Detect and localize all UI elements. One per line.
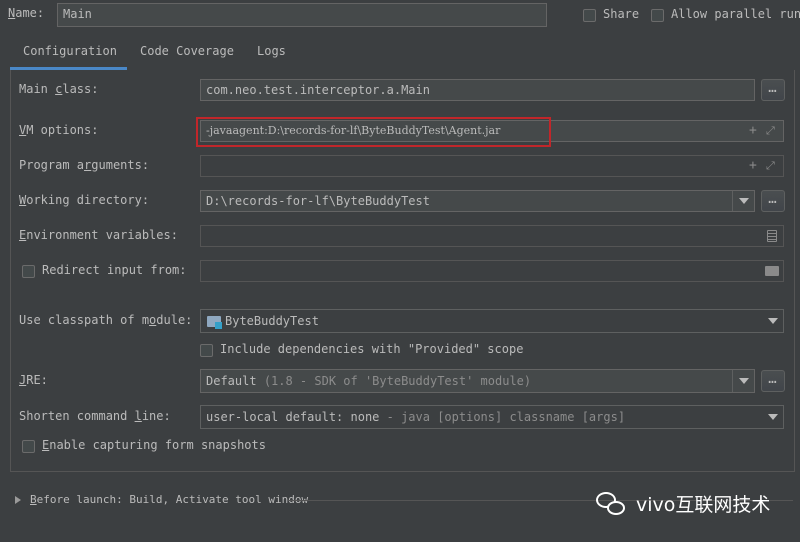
environment-variables-input[interactable]	[200, 225, 784, 247]
working-directory-dropdown-button[interactable]	[732, 191, 754, 211]
working-directory-label: Working directory:	[19, 193, 150, 207]
jre-select[interactable]: Default (1.8 - SDK of 'ByteBuddyTest' mo…	[200, 369, 755, 393]
module-badge-icon	[215, 322, 222, 329]
allow-parallel-label: Allow parallel run	[671, 7, 800, 21]
environment-variables-label: Environment variables:	[19, 228, 178, 242]
enable-snapshots-checkbox[interactable]	[22, 440, 35, 453]
expand-triangle-icon[interactable]	[15, 496, 21, 504]
chevron-down-icon	[739, 198, 749, 204]
shorten-command-line-label: Shorten command line:	[19, 409, 171, 423]
tab-logs[interactable]: Logs	[257, 44, 286, 58]
classpath-module-label: Use classpath of module:	[19, 313, 193, 327]
watermark-text: vivo互联网技术	[636, 494, 771, 516]
share-label: Share	[603, 7, 640, 21]
include-dependencies-checkbox[interactable]	[200, 344, 213, 357]
tab-code-coverage[interactable]: Code Coverage	[140, 44, 234, 58]
redirect-input-label: Redirect input from:	[42, 263, 187, 277]
redirect-input-field[interactable]	[200, 260, 784, 282]
vm-options-expand-icon[interactable]: ⤢	[766, 124, 775, 138]
shorten-command-line-select[interactable]: user-local default: none - java [options…	[200, 405, 784, 429]
vm-options-label: VM options:	[19, 123, 99, 137]
working-directory-input[interactable]: D:\records-for-lf\ByteBuddyTest	[200, 190, 755, 212]
tab-configuration[interactable]: Configuration	[23, 44, 117, 58]
name-label: Name:	[8, 6, 45, 20]
chevron-down-icon[interactable]	[768, 318, 778, 324]
working-directory-browse-button[interactable]: …	[761, 190, 785, 212]
jre-browse-button[interactable]: …	[761, 370, 785, 392]
program-arguments-add-icon[interactable]: +	[749, 159, 757, 173]
main-class-input[interactable]: com.neo.test.interceptor.a.Main	[200, 79, 755, 101]
allow-parallel-checkbox[interactable]	[651, 9, 664, 22]
main-class-label: Main class:	[19, 82, 99, 96]
vm-options-highlight-box	[196, 117, 551, 147]
chevron-down-icon	[739, 378, 749, 384]
jre-label: JRE:	[19, 373, 48, 387]
wechat-logo-icon	[596, 492, 626, 518]
include-dependencies-label: Include dependencies with "Provided" sco…	[220, 342, 524, 356]
folder-icon[interactable]	[765, 266, 779, 276]
vm-options-add-icon[interactable]: +	[749, 124, 757, 138]
redirect-input-checkbox[interactable]	[22, 265, 35, 278]
before-launch-label[interactable]: Before launch: Build, Activate tool wind…	[30, 493, 308, 506]
program-arguments-label: Program arguments:	[19, 158, 150, 172]
chevron-down-icon[interactable]	[768, 414, 778, 420]
jre-dropdown-button[interactable]	[732, 370, 754, 392]
name-input[interactable]: Main	[57, 3, 547, 27]
enable-snapshots-label: Enable capturing form snapshots	[42, 438, 266, 452]
environment-variables-edit-icon[interactable]	[767, 230, 777, 242]
program-arguments-input[interactable]	[200, 155, 784, 177]
program-arguments-expand-icon[interactable]: ⤢	[766, 159, 775, 173]
classpath-module-select[interactable]: ByteBuddyTest	[200, 309, 784, 333]
main-class-browse-button[interactable]: …	[761, 79, 785, 101]
share-checkbox[interactable]	[583, 9, 596, 22]
